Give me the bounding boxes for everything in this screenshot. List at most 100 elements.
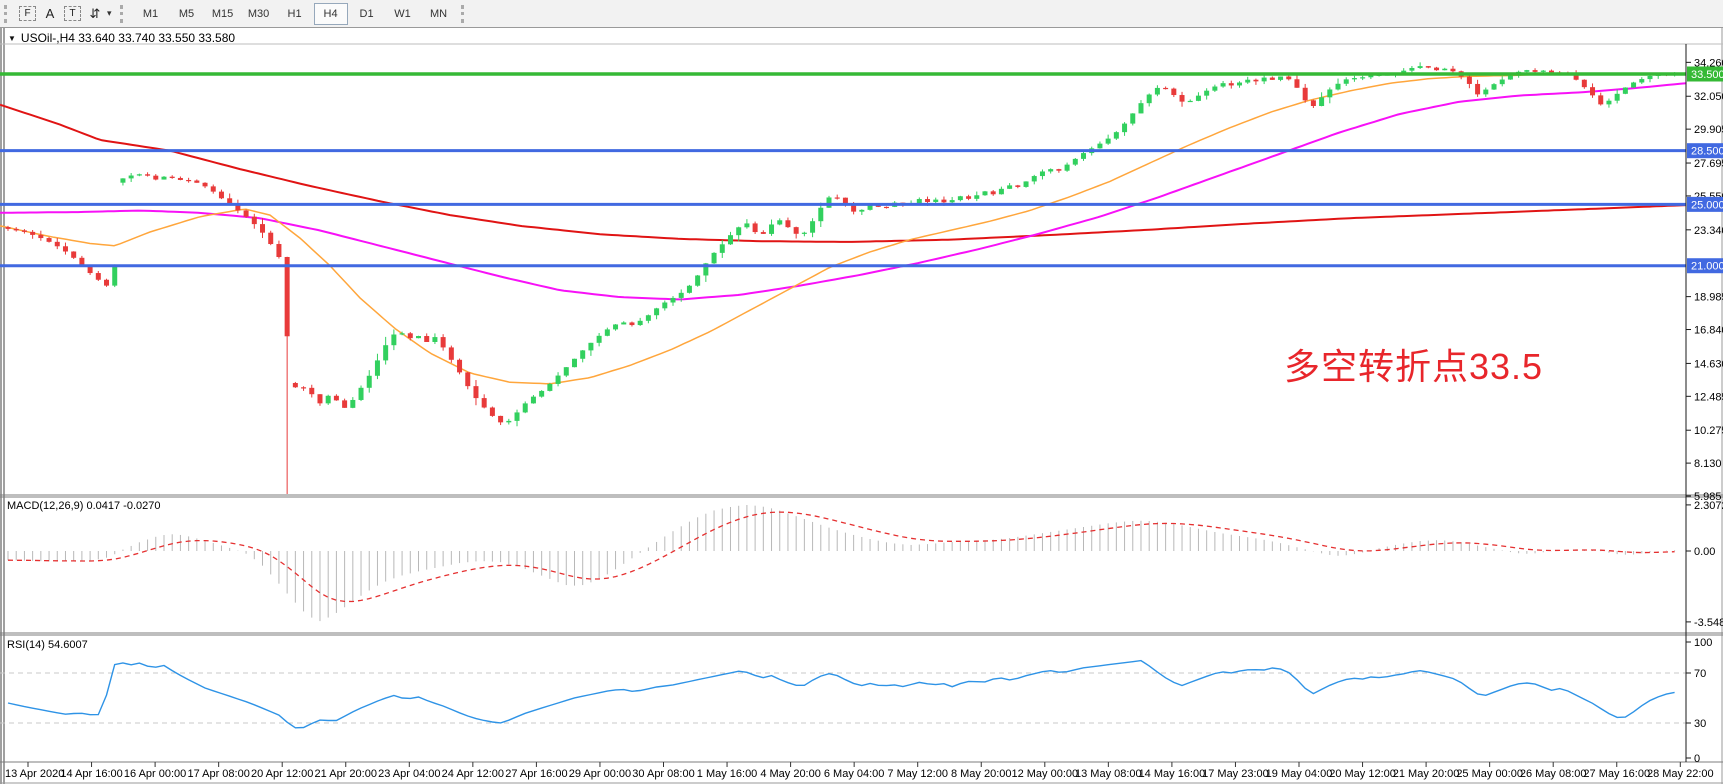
candle-body xyxy=(334,396,339,401)
price-line-label: 33.500 xyxy=(1691,69,1723,81)
candle-body xyxy=(1303,88,1308,101)
price-tick-label: 8.130 xyxy=(1694,458,1722,470)
candle-body xyxy=(1327,89,1332,97)
candle-body xyxy=(268,233,273,244)
candle-body xyxy=(728,235,733,244)
price-tick-label: 18.985 xyxy=(1694,292,1723,304)
price-line-label: 28.500 xyxy=(1691,146,1723,158)
candle-body xyxy=(375,360,380,375)
time-axis-label: 20 May 12:00 xyxy=(1329,768,1396,780)
candle-body xyxy=(432,337,437,342)
candle-body xyxy=(1138,103,1143,113)
candle-body xyxy=(695,275,700,285)
candle-body xyxy=(769,224,774,233)
candle-body xyxy=(1409,68,1414,71)
candle-body xyxy=(629,322,634,325)
timeframe-button-m15[interactable]: M15 xyxy=(206,3,240,25)
macd-tick-label: 2.3072 xyxy=(1694,500,1723,512)
candle-body xyxy=(547,384,552,391)
font-tool-icon[interactable]: A xyxy=(40,4,60,24)
time-axis-label: 6 May 04:00 xyxy=(824,768,885,780)
price-tick-label: 10.275 xyxy=(1694,425,1723,437)
timeframe-button-mn[interactable]: MN xyxy=(422,3,456,25)
candle-body xyxy=(1426,66,1431,67)
timeframe-button-d1[interactable]: D1 xyxy=(350,3,384,25)
chart-shift-icon[interactable]: F xyxy=(19,6,36,21)
timeframe-button-w1[interactable]: W1 xyxy=(386,3,420,25)
time-axis-label: 13 May 08:00 xyxy=(1075,768,1142,780)
timeframe-button-h4[interactable]: H4 xyxy=(314,3,348,25)
candle-body xyxy=(941,200,946,203)
toolbar-end-drag-handle[interactable] xyxy=(461,5,468,23)
candle-body xyxy=(1065,165,1070,171)
candle-body xyxy=(1212,87,1217,91)
candle-body xyxy=(482,398,487,407)
candle-body xyxy=(1196,96,1201,101)
candle-body xyxy=(416,336,421,338)
timeframe-button-m1[interactable]: M1 xyxy=(134,3,168,25)
candle-body xyxy=(38,235,43,238)
macd-indicator-label: MACD(12,26,9) 0.0417 -0.0270 xyxy=(7,500,160,512)
candle-body xyxy=(22,230,27,231)
candle-body xyxy=(1015,185,1020,187)
collapse-triangle-icon[interactable]: ▼ xyxy=(8,34,16,43)
candle-body xyxy=(145,174,150,175)
candle-body xyxy=(1270,78,1275,80)
candle-body xyxy=(153,176,158,180)
chart-canvas[interactable]: 34.26032.05029.90527.69525.55023.34018.9… xyxy=(0,0,1723,784)
timeframe-button-h1[interactable]: H1 xyxy=(278,3,312,25)
time-axis-label: 25 May 00:00 xyxy=(1456,768,1523,780)
candle-body xyxy=(999,189,1004,194)
candle-body xyxy=(1606,101,1611,105)
candle-body xyxy=(317,394,322,403)
candle-body xyxy=(30,232,35,235)
time-axis-label: 21 Apr 20:00 xyxy=(315,768,377,780)
candle-body xyxy=(556,376,561,384)
chart-annotation-text: 多空转折点33.5 xyxy=(1284,338,1543,390)
time-axis-label: 20 Apr 12:00 xyxy=(251,768,313,780)
candle-body xyxy=(1352,78,1357,79)
candle-body xyxy=(96,273,101,280)
candle-body xyxy=(252,217,257,224)
candle-body xyxy=(441,337,446,347)
time-axis-label: 29 Apr 00:00 xyxy=(569,768,631,780)
candle-body xyxy=(597,336,602,343)
price-tick-label: 12.485 xyxy=(1694,391,1723,403)
candle-body xyxy=(982,191,987,195)
candle-body xyxy=(129,176,134,179)
rsi-tick-label: 100 xyxy=(1694,637,1712,649)
candle-body xyxy=(449,347,454,359)
symbol-ohlc-text: USOil-,H4 33.640 33.740 33.550 33.580 xyxy=(21,31,235,45)
candle-body xyxy=(588,343,593,351)
candle-body xyxy=(1081,153,1086,159)
timeframe-group-drag-handle[interactable] xyxy=(120,5,127,23)
candle-body xyxy=(1155,88,1160,95)
candle-body xyxy=(342,400,347,407)
candle-body xyxy=(1319,97,1324,106)
candle-body xyxy=(933,200,938,202)
candle-body xyxy=(1073,159,1078,165)
candle-body xyxy=(1434,68,1439,71)
price-tick-label: 16.840 xyxy=(1694,325,1723,337)
timeframe-button-m30[interactable]: M30 xyxy=(242,3,276,25)
candle-body xyxy=(1360,77,1365,78)
price-tick-label: 29.905 xyxy=(1694,124,1723,136)
candle-body xyxy=(1097,144,1102,149)
timeframe-button-m5[interactable]: M5 xyxy=(170,3,204,25)
candle-body xyxy=(1368,76,1373,78)
text-label-tool-icon[interactable]: T xyxy=(64,6,81,21)
price-tick-label: 27.695 xyxy=(1694,158,1723,170)
candle-body xyxy=(646,315,651,321)
candle-body xyxy=(761,232,766,234)
candle-body xyxy=(1007,185,1012,188)
rsi-tick-label: 30 xyxy=(1694,718,1706,730)
time-axis-label: 7 May 12:00 xyxy=(887,768,948,780)
candle-body xyxy=(1253,80,1258,82)
dropdown-caret-icon[interactable]: ▾ xyxy=(107,8,112,19)
candle-body xyxy=(744,223,749,227)
time-axis-label: 17 Apr 08:00 xyxy=(187,768,249,780)
toolbar-drag-handle[interactable] xyxy=(4,5,11,23)
candle-body xyxy=(1500,80,1505,85)
arrange-icon[interactable]: ⇵ xyxy=(85,4,105,24)
candle-body xyxy=(580,350,585,358)
